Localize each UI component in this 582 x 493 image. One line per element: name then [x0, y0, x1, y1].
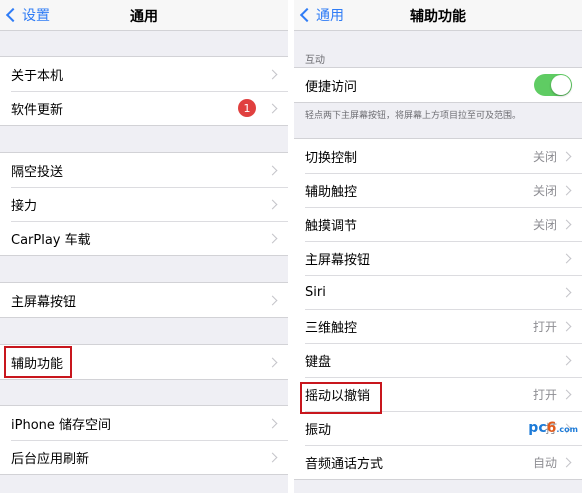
chevron-right-icon	[561, 287, 572, 297]
row-value: 关闭	[532, 149, 557, 164]
settings-group: iPhone 储存空间 后台应用刷新	[0, 405, 288, 475]
general-settings-panel: 设置 通用 关于本机 软件更新 1 隔空投送 接力 CarPlay 车载 主屏幕…	[0, 0, 288, 493]
page-title: 通用	[130, 9, 158, 25]
settings-group: 主屏幕按钮	[0, 282, 288, 318]
row-iphone-storage[interactable]: iPhone 储存空间	[0, 406, 288, 440]
highlight-box	[4, 346, 72, 378]
row-reachability: 便捷访问	[294, 68, 582, 102]
chevron-right-icon	[267, 418, 278, 428]
row-airdrop[interactable]: 隔空投送	[0, 153, 288, 187]
chevron-right-icon	[561, 219, 572, 229]
chevron-right-icon	[561, 355, 572, 365]
row-label: 接力	[11, 198, 38, 214]
chevron-right-icon	[561, 389, 572, 399]
nav-bar: 设置 通用	[0, 0, 288, 31]
chevron-right-icon	[267, 233, 278, 243]
row-value: 关闭	[532, 217, 557, 232]
watermark-logo: pc6.com	[528, 420, 578, 436]
nav-bar: 通用 辅助功能	[294, 0, 582, 31]
row-carplay[interactable]: CarPlay 车载	[0, 221, 288, 255]
page-title: 辅助功能	[410, 9, 466, 25]
row-value: 打开	[532, 387, 557, 402]
chevron-right-icon	[561, 457, 572, 467]
row-value: 打开	[532, 319, 557, 334]
row-label: 键盘	[305, 354, 332, 370]
watermark-text: .com	[556, 425, 578, 434]
row-label: 三维触控	[305, 320, 358, 336]
row-about[interactable]: 关于本机	[0, 57, 288, 91]
footer-note: 轻点两下主屏幕按钮，将屏幕上方项目拉至可及范围。	[305, 111, 522, 121]
row-label: 便捷访问	[305, 79, 358, 95]
watermark-text: 6	[546, 420, 557, 436]
settings-group: 关于本机 软件更新 1	[0, 56, 288, 126]
row-label: 振动	[305, 422, 332, 438]
row-background-refresh[interactable]: 后台应用刷新	[0, 440, 288, 474]
row-value: 自动	[532, 455, 557, 470]
row-label: 触摸调节	[305, 218, 358, 234]
row-label: 软件更新	[11, 102, 64, 118]
update-badge: 1	[238, 99, 256, 117]
row-value: 关闭	[532, 183, 557, 198]
chevron-right-icon	[267, 103, 278, 113]
row-3d-touch[interactable]: 三维触控 打开	[294, 309, 582, 343]
accessibility-panel: 通用 辅助功能 互动 便捷访问 轻点两下主屏幕按钮，将屏幕上方项目拉至可及范围。…	[294, 0, 582, 493]
chevron-right-icon	[561, 253, 572, 263]
row-touch-accommodations[interactable]: 触摸调节 关闭	[294, 207, 582, 241]
row-keyboard[interactable]: 键盘	[294, 343, 582, 377]
chevron-right-icon	[267, 165, 278, 175]
row-software-update[interactable]: 软件更新 1	[0, 91, 288, 125]
chevron-right-icon	[561, 185, 572, 195]
row-siri[interactable]: Siri	[294, 275, 582, 309]
row-label: Siri	[305, 284, 326, 300]
screen: 设置 通用 关于本机 软件更新 1 隔空投送 接力 CarPlay 车载 主屏幕…	[0, 0, 582, 493]
chevron-right-icon	[267, 452, 278, 462]
chevron-right-icon	[267, 69, 278, 79]
toggle-knob	[551, 75, 571, 95]
row-call-audio-routing[interactable]: 音频通话方式 自动	[294, 445, 582, 479]
highlight-box	[300, 382, 382, 414]
row-home-button[interactable]: 主屏幕按钮	[0, 283, 288, 317]
row-label: 后台应用刷新	[11, 451, 90, 467]
row-assistive-touch[interactable]: 辅助触控 关闭	[294, 173, 582, 207]
row-label: 音频通话方式	[305, 456, 384, 472]
row-label: 关于本机	[11, 68, 64, 84]
row-label: 主屏幕按钮	[11, 294, 77, 310]
row-handoff[interactable]: 接力	[0, 187, 288, 221]
row-home-button[interactable]: 主屏幕按钮	[294, 241, 582, 275]
reachability-toggle[interactable]	[534, 74, 572, 96]
row-label: 切换控制	[305, 150, 358, 166]
row-label: 隔空投送	[11, 164, 64, 180]
chevron-right-icon	[561, 151, 572, 161]
row-label: iPhone 储存空间	[11, 417, 112, 433]
settings-group: 隔空投送 接力 CarPlay 车载	[0, 152, 288, 256]
section-header: 互动	[305, 55, 325, 66]
chevron-right-icon	[267, 357, 278, 367]
settings-group: 便捷访问	[294, 67, 582, 103]
chevron-right-icon	[267, 295, 278, 305]
chevron-right-icon	[561, 321, 572, 331]
watermark-text: pc	[528, 420, 547, 436]
row-label: CarPlay 车载	[11, 232, 91, 248]
row-label: 主屏幕按钮	[305, 252, 371, 268]
row-label: 辅助触控	[305, 184, 358, 200]
chevron-right-icon	[267, 199, 278, 209]
row-switch-control[interactable]: 切换控制 关闭	[294, 139, 582, 173]
